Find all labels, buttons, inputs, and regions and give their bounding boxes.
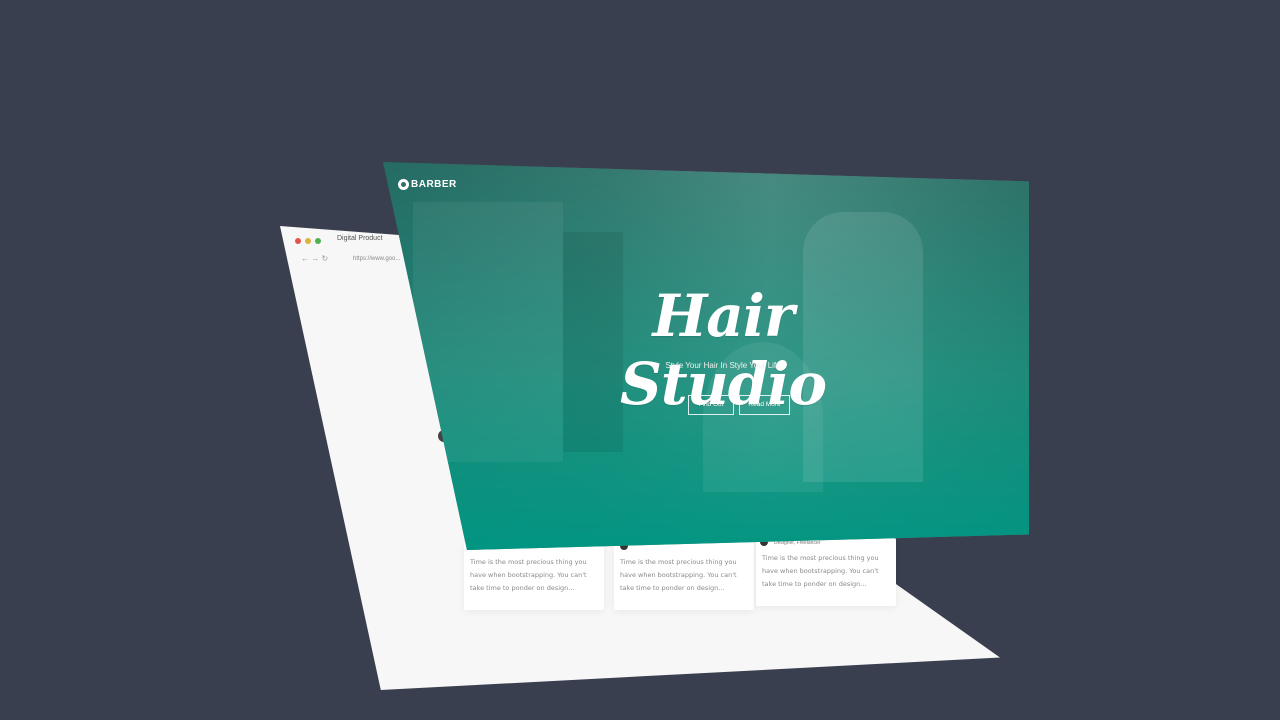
browser-nav-arrows-icon[interactable]: ← → ↻ [301, 254, 328, 263]
barber-logo-icon [398, 179, 409, 190]
testimonial-card: Time is the most precious thing you have… [464, 542, 604, 610]
browser-url-bar[interactable]: https://www.goo... [353, 256, 400, 262]
minimize-window-dot-icon[interactable] [305, 238, 311, 244]
testimonial-card: Designer, Freelancer Time is the most pr… [756, 538, 896, 606]
maximize-window-dot-icon[interactable] [315, 238, 321, 244]
brand-logo[interactable]: BARBER [398, 179, 457, 190]
browser-toolbar: Digital Product ← → ↻ https://www.goo... [283, 228, 413, 268]
card-text: Time is the most precious thing you have… [762, 554, 879, 588]
testimonial-card: Time is the most precious thing you have… [614, 542, 754, 610]
card-text: Time is the most precious thing you have… [620, 558, 737, 592]
close-window-dot-icon[interactable] [295, 238, 301, 244]
brand-name: BARBER [411, 179, 457, 190]
card-text: Time is the most precious thing you have… [470, 558, 587, 592]
hero-subtitle: Style Your Hair In Style Your Life [665, 361, 781, 370]
browser-tab-title[interactable]: Digital Product [337, 235, 383, 242]
find-out-button[interactable]: Find Out [688, 395, 734, 415]
read-more-button[interactable]: Read More [739, 395, 790, 415]
